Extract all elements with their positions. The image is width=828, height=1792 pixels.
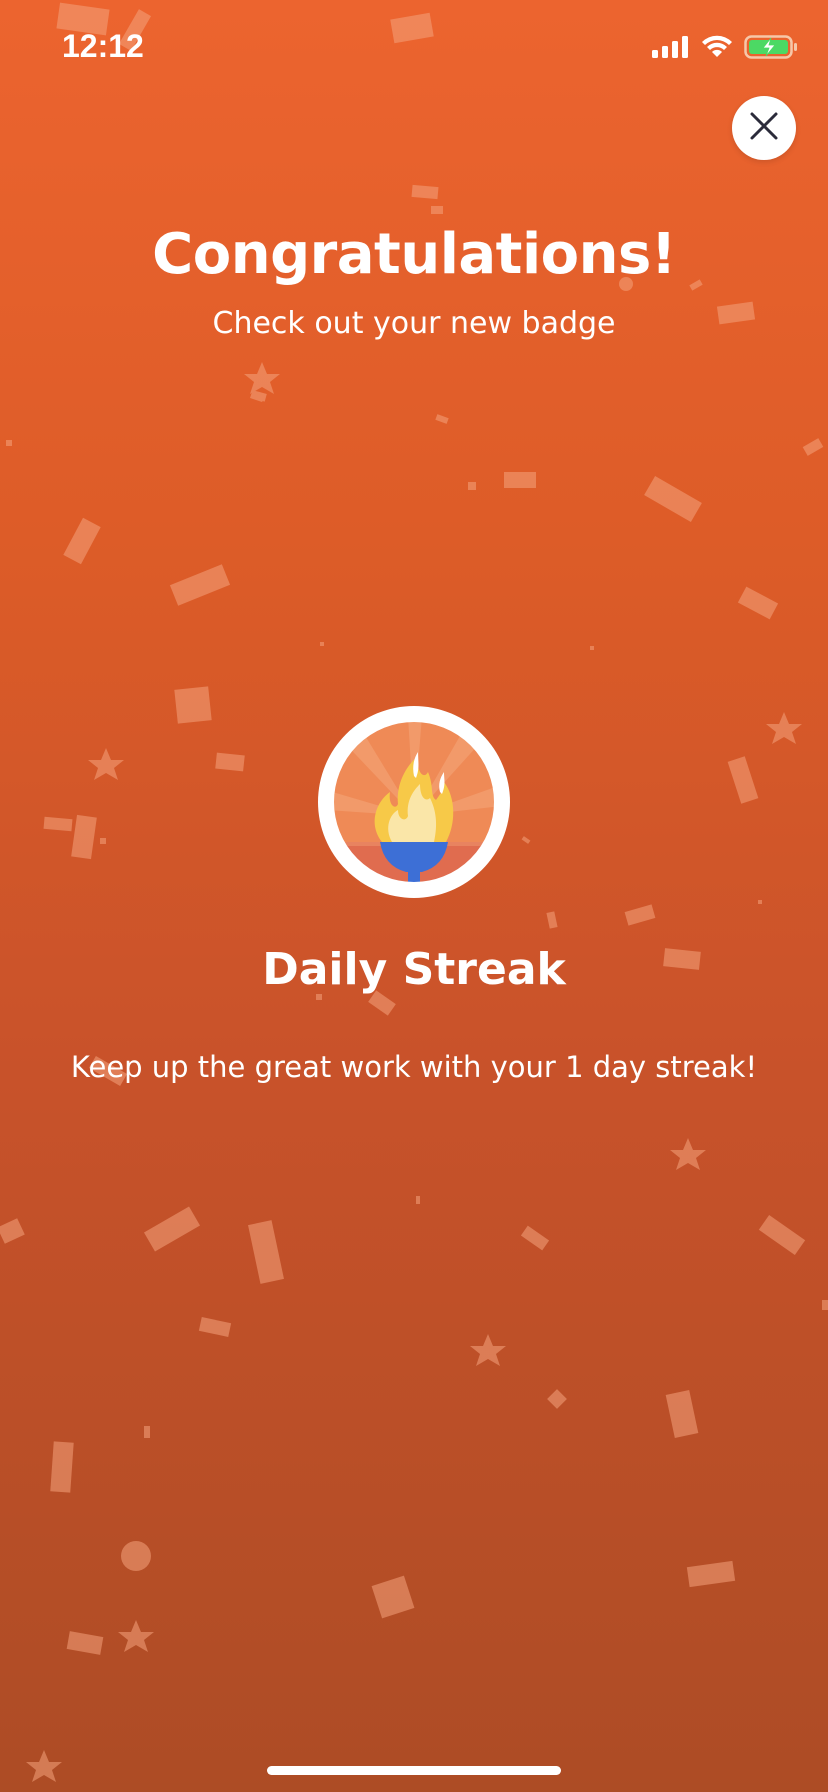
status-icons (652, 34, 798, 64)
badge-description: Keep up the great work with your 1 day s… (70, 1050, 758, 1084)
daily-streak-badge (318, 706, 510, 898)
badge-award-screen: 12:12 Congratulations! Check out your ne… (0, 0, 828, 1792)
torch-flame-icon (318, 706, 510, 898)
cellular-signal-icon (652, 36, 690, 62)
close-button[interactable] (732, 96, 796, 160)
battery-charging-icon (744, 34, 798, 64)
congratulations-title: Congratulations! (152, 222, 676, 287)
close-icon (749, 111, 779, 145)
status-time: 12:12 (62, 28, 144, 64)
wifi-icon (700, 35, 734, 63)
status-bar: 12:12 (0, 0, 828, 96)
congratulations-subtitle: Check out your new badge (212, 306, 616, 341)
home-indicator[interactable] (267, 1766, 561, 1775)
badge-title: Daily Streak (262, 944, 566, 995)
